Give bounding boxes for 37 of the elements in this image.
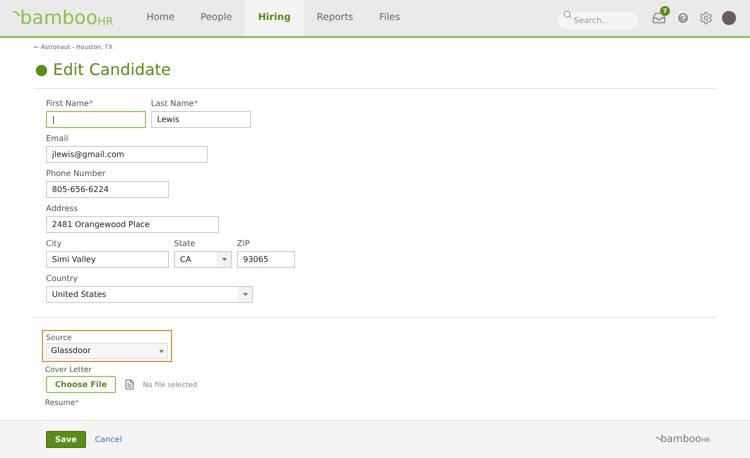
search-icon [563, 10, 572, 19]
input-field[interactable]: | [46, 111, 146, 128]
input-field[interactable]: Lewis [151, 111, 251, 128]
select-field[interactable]: Glassdoor [46, 343, 168, 359]
nav-tab[interactable]: People [188, 0, 246, 36]
field-label: Address [46, 204, 79, 214]
settings-icon[interactable] [699, 11, 713, 25]
input-field[interactable]: Simi Valley [46, 251, 169, 268]
choose-file-button[interactable]: Choose File [46, 376, 116, 394]
select-field[interactable]: CA [174, 251, 232, 268]
nav-tab[interactable]: Hiring [245, 0, 304, 36]
select-field[interactable]: United States [46, 286, 253, 303]
field-label: State [174, 239, 196, 249]
field-label: ZIP [237, 239, 251, 249]
search-field[interactable]: Search... [558, 12, 638, 29]
field-label: Phone Number [46, 169, 106, 179]
cancel-link[interactable]: Cancel [94, 434, 122, 446]
nav-tab[interactable]: Reports [304, 0, 366, 36]
input-field[interactable]: jlewis@gmail.com [46, 146, 208, 163]
page-title: Edit Candidate [53, 59, 171, 81]
field-label: Country [46, 274, 79, 284]
avatar[interactable] [722, 11, 736, 25]
document-icon [124, 379, 135, 390]
save-button[interactable]: Save [46, 431, 86, 448]
input-field[interactable]: 93065 [237, 251, 295, 268]
caret-icon [238, 287, 252, 302]
input-field[interactable]: 805-656-6224 [46, 181, 169, 198]
help-icon[interactable] [676, 11, 690, 25]
input-field[interactable]: 2481 Orangewood Place [46, 216, 219, 233]
field-label: First Name* [46, 99, 94, 109]
nav-tab[interactable]: Files [366, 0, 414, 36]
field-label: Email [46, 134, 70, 144]
nav-tab[interactable]: Home [133, 0, 188, 36]
field-label: Last Name* [151, 99, 199, 109]
field-label: City [46, 239, 63, 249]
inbox-icon[interactable] [652, 11, 666, 25]
caret-icon [217, 252, 231, 267]
